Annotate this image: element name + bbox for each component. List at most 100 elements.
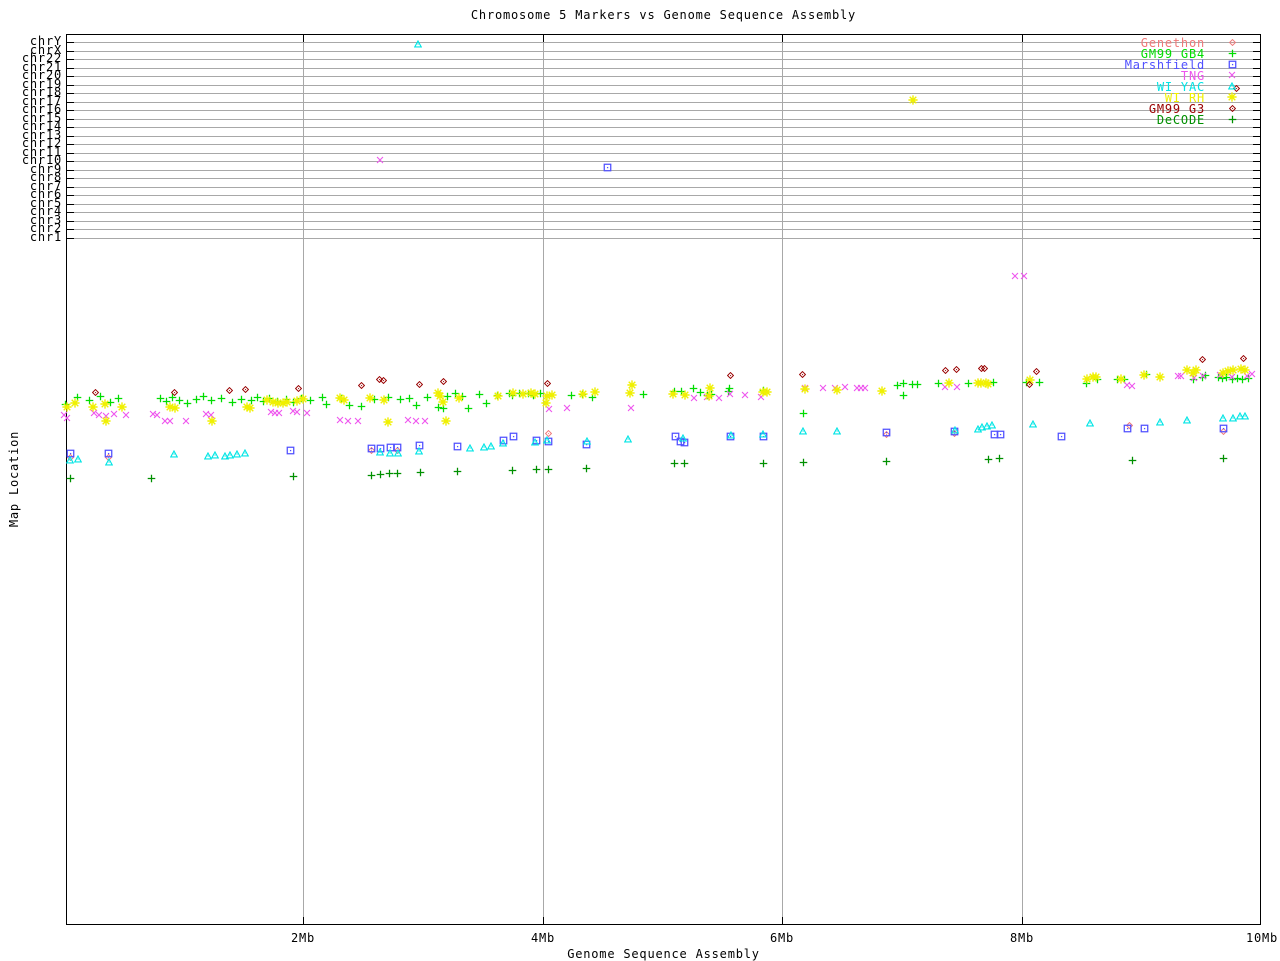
legend-marker-icon xyxy=(1228,115,1237,124)
chrom-tick-right xyxy=(1253,220,1260,222)
data-point-wi-rh xyxy=(530,389,541,399)
chrom-tick-right xyxy=(1253,152,1260,154)
data-point-gm99-gb4 xyxy=(412,401,421,410)
chrom-tick-left xyxy=(67,203,74,205)
data-point-wi-yac xyxy=(498,438,508,447)
chrom-tick-right xyxy=(1253,186,1260,188)
data-point-decode xyxy=(66,474,75,483)
data-point-marshfield xyxy=(104,449,113,458)
data-point-wi-rh xyxy=(298,394,308,404)
data-point-wi-rh xyxy=(88,402,98,412)
data-point-wi-rh xyxy=(680,390,690,400)
legend-marker-icon xyxy=(1228,49,1237,58)
data-point-tng xyxy=(1128,382,1136,390)
data-point-marshfield xyxy=(453,442,462,451)
data-point-gm99-gb4 xyxy=(322,400,331,409)
data-point-gm99-g3 xyxy=(941,366,949,374)
chrom-tick-left xyxy=(67,101,74,103)
data-point-decode xyxy=(367,471,376,480)
x-axis-label: Genome Sequence Assembly xyxy=(567,947,760,961)
data-point-marshfield xyxy=(1123,424,1132,433)
x-gridline xyxy=(543,35,544,924)
data-point-gm99-gb4 xyxy=(482,399,491,408)
data-point-marshfield xyxy=(996,430,1005,439)
chrom-tick-left xyxy=(67,84,74,86)
data-point-marshfield xyxy=(509,432,518,441)
chrom-tick-right xyxy=(1253,110,1260,112)
data-point-wi-yac xyxy=(726,430,735,439)
x-tick-bottom xyxy=(543,917,544,924)
data-point-gm99-g3 xyxy=(727,371,735,379)
data-point-wi-rh xyxy=(379,395,390,405)
data-point-marshfield xyxy=(882,428,891,437)
data-point-gm99-gb4 xyxy=(639,390,648,399)
data-point-gm99-g3 xyxy=(226,386,234,394)
x-tick-label: 6Mb xyxy=(769,931,795,945)
data-point-gm99-g3 xyxy=(379,376,387,384)
data-point-gm99-gb4 xyxy=(217,394,226,403)
data-point-tng xyxy=(275,409,283,417)
chrom-tick-left xyxy=(67,195,74,197)
data-point-gm99-g3 xyxy=(1199,355,1207,363)
chrom-tick-label: chr1 xyxy=(29,229,62,244)
data-point-gm99-gb4 xyxy=(567,391,576,400)
chrom-tick-left xyxy=(67,169,74,171)
legend-marker-icon xyxy=(1228,38,1236,46)
chrom-tick-right xyxy=(1253,144,1260,146)
data-point-wi-rh xyxy=(207,416,217,426)
data-point-gm99-gb4 xyxy=(423,393,432,402)
data-point-wi-rh xyxy=(627,380,638,390)
chrom-tick-left xyxy=(67,135,74,137)
data-point-decode xyxy=(882,457,891,466)
x-tick-bottom xyxy=(303,917,304,924)
data-point-wi-rh xyxy=(70,398,80,408)
chrom-tick-right xyxy=(1253,84,1260,86)
chrom-tick-left xyxy=(67,93,74,95)
plot-area-border xyxy=(66,34,1261,925)
data-point-marshfield xyxy=(1057,432,1066,441)
x-tick-label: 10Mb xyxy=(1245,931,1279,945)
data-point-wi-yac xyxy=(1219,413,1228,422)
data-point-decode xyxy=(984,455,993,464)
chrom-tick-right xyxy=(1253,42,1260,43)
data-point-wi-yac xyxy=(1183,415,1192,424)
data-point-decode xyxy=(759,459,768,468)
data-point-wi-yac xyxy=(582,436,592,445)
data-point-wi-rh xyxy=(1091,372,1101,382)
legend-marker-icon xyxy=(1228,104,1236,112)
chrom-gridline xyxy=(67,203,1260,205)
data-point-tng xyxy=(1011,272,1019,280)
data-point-gm99-g3 xyxy=(543,379,552,387)
x-tick-top xyxy=(1022,35,1023,42)
data-point-tng xyxy=(63,414,71,422)
data-point-gm99-gb4 xyxy=(1035,378,1044,387)
data-point-wi-yac xyxy=(833,426,842,435)
data-point-tng xyxy=(344,417,352,425)
data-point-wi-yac xyxy=(987,420,997,429)
data-point-wi-yac xyxy=(950,425,959,434)
chrom-gridline xyxy=(67,144,1260,146)
data-point-wi-yac xyxy=(393,448,402,457)
chart-title: Chromosome 5 Markers vs Genome Sequence … xyxy=(470,8,857,22)
data-point-tng xyxy=(182,417,190,425)
data-point-wi-rh xyxy=(1116,374,1126,384)
chrom-tick-right xyxy=(1253,195,1260,197)
data-point-gm99-g3 xyxy=(981,364,989,372)
chrom-gridline xyxy=(67,237,1260,239)
data-point-wi-rh xyxy=(668,389,678,399)
data-point-gm99-gb4 xyxy=(899,379,908,388)
data-point-tng xyxy=(354,417,362,425)
data-point-wi-rh xyxy=(282,397,292,407)
data-point-wi-rh xyxy=(1240,365,1250,375)
x-tick-label: 4Mb xyxy=(530,931,556,945)
data-point-wi-rh xyxy=(440,416,451,426)
data-point-wi-yac xyxy=(375,447,384,456)
chrom-tick-right xyxy=(1253,203,1260,205)
data-point-marshfield xyxy=(603,163,612,172)
x-tick-label: 8Mb xyxy=(1009,931,1035,945)
data-point-wi-rh xyxy=(983,379,993,389)
chrom-tick-right xyxy=(1253,127,1260,129)
chrom-tick-left xyxy=(67,50,74,52)
data-point-wi-yac xyxy=(1028,419,1037,428)
data-point-decode xyxy=(508,466,517,475)
